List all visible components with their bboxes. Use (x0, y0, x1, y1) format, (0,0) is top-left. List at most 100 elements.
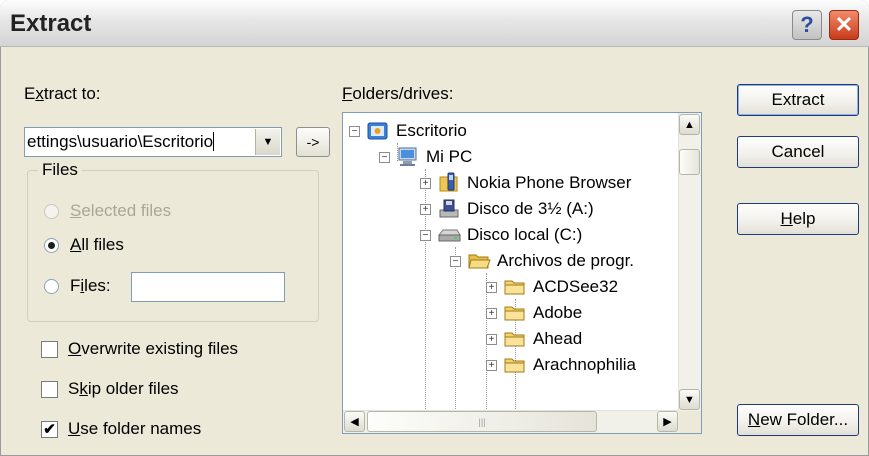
all-files-radio[interactable] (44, 238, 59, 253)
my-computer-icon (398, 147, 417, 166)
folders-drives-mnemonic: F (342, 84, 353, 103)
tree-item-label: ACDSee32 (533, 277, 619, 296)
all-files-label: All files (70, 235, 124, 255)
tree-item-label: Nokia Phone Browser (467, 173, 632, 192)
folder-icon (504, 332, 525, 347)
extract-button[interactable]: Extract (737, 84, 859, 116)
tree-item-acdsee32[interactable]: + ACDSee32 (486, 274, 618, 300)
scroll-right-icon[interactable]: ▶ (657, 411, 678, 432)
new-folder-button[interactable]: New Folder... (737, 404, 859, 436)
tree-item-archivos-de-programa[interactable]: − Archivos de progr. (450, 248, 634, 274)
vertical-scrollbar[interactable]: ▲ ▼ (678, 113, 701, 411)
help-label-part: elp (792, 209, 816, 228)
scroll-down-icon[interactable]: ▼ (679, 389, 700, 410)
floppy-drive-icon (439, 199, 459, 218)
expand-icon[interactable]: + (486, 359, 497, 371)
collapse-icon[interactable]: − (379, 151, 390, 163)
scroll-left-icon[interactable]: ◀ (344, 411, 365, 432)
text-caret (213, 132, 215, 151)
tree-item-label: Escritorio (396, 121, 467, 140)
expand-icon[interactable]: + (420, 177, 431, 189)
extract-path-combobox[interactable]: ettings\usuario\Escritorio ▼ (24, 127, 282, 157)
extract-to-label-part: E (24, 84, 36, 103)
scrollbar-corner (679, 411, 701, 433)
selected-files-radio[interactable] (44, 204, 59, 219)
all-files-mnemonic: A (70, 235, 82, 254)
phone-browser-icon (439, 172, 458, 192)
checkmark-icon: ✔ (43, 421, 56, 438)
skip-older-label: Skip older files (68, 379, 179, 399)
all-files-text: ll files (81, 235, 124, 254)
horizontal-scrollbar[interactable]: ◀ ||| ▶ (343, 410, 679, 433)
close-button[interactable]: ✕ (829, 10, 859, 40)
files-group-title: Files (38, 160, 82, 180)
use-folder-names-label-part: se folder names (80, 419, 202, 438)
collapse-icon[interactable]: − (450, 255, 461, 267)
use-folder-names-label: Use folder names (68, 419, 201, 439)
tree-item-adobe[interactable]: + Adobe (486, 300, 582, 326)
files-label-part: F (70, 276, 81, 295)
files-label-part: les: (84, 276, 111, 295)
skip-older-mnemonic: k (79, 379, 88, 398)
expand-icon[interactable]: + (486, 307, 497, 319)
overwrite-mnemonic: O (68, 339, 82, 358)
hard-drive-icon (437, 229, 461, 242)
skip-older-label-part: S (68, 379, 80, 398)
tree-item-escritorio[interactable]: − Escritorio (349, 118, 467, 144)
extract-to-label-mnemonic: x (35, 84, 44, 103)
files-pattern-input[interactable] (131, 272, 285, 302)
tree-item-label: Archivos de progr. (497, 251, 635, 270)
files-radio[interactable] (44, 279, 59, 294)
help-title-button[interactable]: ? (792, 10, 822, 40)
help-mnemonic: H (780, 209, 793, 228)
files-label: Files: (70, 276, 111, 296)
overwrite-label: Overwrite existing files (68, 339, 238, 359)
tree-item-label: Adobe (533, 303, 583, 322)
selected-files-mnemonic: S (70, 201, 82, 220)
tree-item-label: Disco de 3½ (A:) (467, 199, 594, 218)
selected-files-label: Selected files (70, 201, 171, 221)
skip-older-label-part: ip older files (87, 379, 179, 398)
title-bar[interactable]: Extract ? ✕ (0, 0, 869, 47)
folders-drives-label-part: olders/drives: (352, 84, 454, 103)
expand-icon[interactable]: + (420, 203, 431, 215)
tree-item-ahead[interactable]: + Ahead (486, 326, 582, 352)
radio-selected-dot (48, 242, 55, 249)
collapse-icon[interactable]: − (349, 125, 360, 137)
cancel-button[interactable]: Cancel (737, 136, 859, 168)
new-folder-label-part: ew Folder... (760, 410, 849, 429)
extract-to-label-part: tract to: (43, 84, 101, 103)
vertical-scroll-thumb[interactable] (679, 149, 700, 175)
extract-to-label: Extract to: (24, 84, 101, 104)
tree-item-floppy-a[interactable]: + Disco de 3½ (A:) (420, 196, 594, 222)
help-button[interactable]: Help (737, 203, 859, 235)
skip-older-checkbox[interactable] (41, 381, 58, 398)
browse-path-button[interactable]: -> (296, 127, 330, 157)
use-folder-names-mnemonic: U (68, 419, 81, 438)
tree-item-label: Ahead (533, 329, 583, 348)
tree-item-label: Disco local (C:) (467, 225, 583, 244)
selected-files-text: elected files (81, 201, 172, 220)
folder-icon (504, 306, 525, 321)
tree-item-mi-pc[interactable]: − Mi PC (379, 144, 472, 170)
dialog-title: Extract (10, 10, 92, 37)
extract-path-value: ettings\usuario\Escritorio (27, 132, 214, 151)
folder-open-icon (468, 254, 491, 269)
new-folder-mnemonic: N (747, 410, 761, 429)
collapse-icon[interactable]: − (420, 229, 431, 241)
use-folder-names-checkbox[interactable]: ✔ (41, 421, 58, 438)
tree-item-label: Mi PC (426, 147, 473, 166)
expand-icon[interactable]: + (486, 281, 497, 293)
tree-item-arachnophilia[interactable]: + Arachnophilia (486, 352, 636, 378)
desktop-icon (367, 122, 388, 140)
horizontal-scroll-thumb[interactable]: ||| (367, 411, 597, 432)
expand-icon[interactable]: + (486, 333, 497, 345)
tree-item-nokia-phone-browser[interactable]: + Nokia Phone Browser (420, 170, 631, 196)
chevron-down-icon[interactable]: ▼ (255, 129, 280, 155)
tree-item-local-disk-c[interactable]: − Disco local (C:) (420, 222, 582, 248)
overwrite-checkbox[interactable] (41, 341, 58, 358)
scroll-up-icon[interactable]: ▲ (679, 114, 700, 135)
folder-icon (504, 280, 525, 295)
extract-dialog: Extract ? ✕ Extract to: ettings\usuario\… (0, 0, 869, 456)
folder-tree[interactable]: − Escritorio − Mi PC + Nokia Phone Brows… (342, 112, 702, 434)
